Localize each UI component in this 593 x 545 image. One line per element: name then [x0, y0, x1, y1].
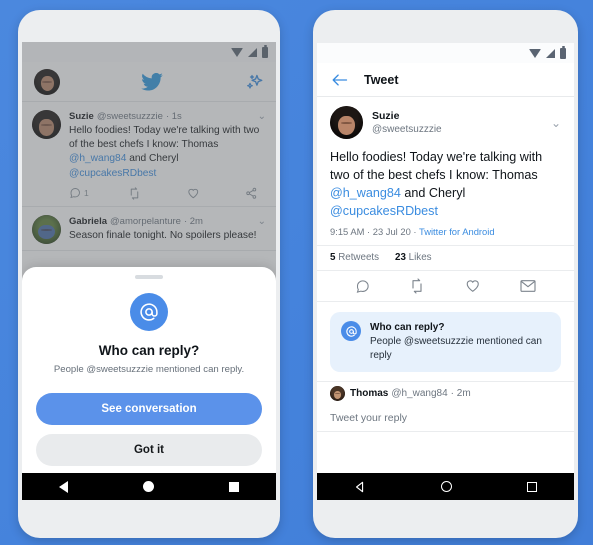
mention-link[interactable]: @cupcakesRDbest	[330, 204, 438, 218]
reply-action[interactable]: 1	[69, 187, 128, 199]
sheet-subtitle: People @sweetsuzzzie mentioned can reply…	[53, 364, 245, 375]
avatar[interactable]	[32, 214, 61, 244]
back-triangle-outline-icon[interactable]	[354, 481, 366, 493]
retweet-action[interactable]	[128, 187, 187, 200]
right-screen: Tweet Suzie @sweetsuzzzie ⌄ Hello foodie…	[317, 43, 574, 480]
chevron-down-icon[interactable]: ⌄	[547, 117, 561, 129]
left-android-navbar	[22, 473, 276, 500]
battery-icon	[560, 45, 566, 59]
tweet-action-bar: 1	[69, 187, 266, 200]
like-icon[interactable]	[465, 278, 481, 294]
phone-right: Tweet Suzie @sweetsuzzzie ⌄ Hello foodie…	[313, 10, 578, 538]
wifi-icon	[231, 47, 243, 57]
share-action[interactable]	[245, 187, 258, 200]
reply-preview-row[interactable]: Thomas @h_wang84 · 2m	[317, 381, 574, 404]
retweets-label: Retweets	[338, 252, 380, 263]
tweet-author-name: Suzie	[69, 111, 94, 122]
tweet-author-handle: @sweetsuzzzie	[96, 111, 163, 122]
avatar[interactable]	[330, 106, 363, 139]
who-can-reply-sheet: Who can reply? People @sweetsuzzzie ment…	[22, 267, 276, 480]
got-it-button[interactable]: Got it	[36, 434, 262, 466]
tweet-text: Hello foodies! Today we're talking with …	[69, 125, 260, 179]
tweet-time: 9:15 AM	[330, 226, 365, 237]
reply-author-name: Thomas	[350, 388, 389, 399]
right-status-bar	[317, 43, 574, 63]
tweet-meta: Gabriela @amorpelanture · 2m ⌄	[69, 215, 266, 228]
chevron-down-icon[interactable]: ⌄	[254, 216, 266, 227]
tweet-meta: Suzie @sweetsuzzzie · 1s ⌄	[69, 110, 266, 123]
at-mention-icon	[341, 321, 361, 341]
reply-count: 1	[84, 188, 89, 199]
info-card-title: Who can reply?	[370, 322, 445, 333]
phone-left: Suzie @sweetsuzzzie · 1s ⌄ Hello foodies…	[18, 10, 280, 538]
signal-icon	[546, 48, 555, 58]
tweet-date: 23 Jul 20	[372, 226, 411, 237]
tweet-detail-header: Tweet	[317, 63, 574, 97]
tweet-text: Hello foodies! Today we're talking with …	[330, 150, 543, 218]
recents-square-outline-icon[interactable]	[526, 481, 537, 492]
info-card-body: People @sweetsuzzzie mentioned can reply	[370, 336, 542, 361]
likes-value: 23	[395, 252, 406, 263]
left-status-bar	[22, 42, 276, 62]
retweet-icon[interactable]	[409, 278, 425, 294]
tweet-source[interactable]: Twitter for Android	[419, 226, 495, 237]
twitter-home-header	[22, 62, 276, 102]
who-can-reply-info-card: Who can reply? People @sweetsuzzzie ment…	[330, 312, 561, 372]
likes-count[interactable]: 23 Likes	[395, 252, 432, 263]
avatar[interactable]	[330, 386, 345, 401]
tweet-author-handle: @sweetsuzzzie	[372, 123, 442, 135]
reply-time: · 2m	[450, 388, 471, 399]
home-circle-outline-icon[interactable]	[440, 481, 452, 492]
tweet-action-bar	[317, 270, 574, 302]
at-mention-icon	[130, 293, 168, 331]
see-conversation-button[interactable]: See conversation	[36, 393, 262, 425]
tweet-time: · 1s	[165, 111, 182, 122]
reply-meta: Thomas @h_wang84 · 2m	[350, 388, 471, 399]
home-circle-icon[interactable]	[142, 481, 154, 492]
tweet-time: · 2m	[183, 215, 203, 227]
retweets-value: 5	[330, 252, 336, 263]
twitter-bird-icon	[141, 72, 163, 91]
dm-icon[interactable]	[520, 279, 536, 293]
like-action[interactable]	[187, 187, 246, 200]
tweet-body: Suzie @sweetsuzzzie · 1s ⌄ Hello foodies…	[61, 110, 266, 200]
retweets-count[interactable]: 5 Retweets	[330, 252, 379, 263]
timeline-tweet-suzie[interactable]: Suzie @sweetsuzzzie · 1s ⌄ Hello foodies…	[22, 102, 276, 207]
tweet-timestamp: 9:15 AM · 23 Jul 20 · Twitter for Androi…	[330, 226, 495, 237]
avatar[interactable]	[32, 110, 61, 139]
sparkle-icon[interactable]	[244, 72, 264, 92]
chevron-down-icon[interactable]: ⌄	[254, 112, 266, 122]
tweet-reply-input[interactable]: Tweet your reply	[317, 404, 574, 432]
page-title: Tweet	[364, 72, 399, 87]
author-names: Suzie @sweetsuzzzie	[363, 110, 547, 136]
tweet-author-row[interactable]: Suzie @sweetsuzzzie ⌄	[317, 97, 574, 145]
signal-icon	[248, 47, 257, 57]
back-arrow-icon[interactable]	[331, 73, 348, 87]
avatar[interactable]	[34, 68, 60, 95]
tweet-author-name: Gabriela	[69, 215, 108, 227]
left-screen: Suzie @sweetsuzzzie · 1s ⌄ Hello foodies…	[22, 42, 276, 480]
likes-label: Likes	[408, 252, 432, 263]
mention-link[interactable]: @cupcakesRDbest	[69, 168, 156, 179]
reply-author-handle: @h_wang84	[391, 388, 448, 399]
timeline-tweet-gabriela[interactable]: Gabriela @amorpelanture · 2m ⌄ Season fi…	[22, 206, 276, 251]
right-android-navbar	[317, 473, 574, 500]
app-screenshot: Suzie @sweetsuzzzie · 1s ⌄ Hello foodies…	[0, 0, 593, 545]
tweet-engagement-counts: 5 Retweets 23 Likes	[317, 245, 574, 270]
wifi-icon	[529, 48, 541, 58]
mention-link[interactable]: @h_wang84	[69, 153, 126, 164]
sheet-drag-handle[interactable]	[135, 275, 163, 279]
mention-link[interactable]: @h_wang84	[330, 186, 401, 200]
tweet-author-handle: @amorpelanture	[110, 215, 181, 227]
tweet-text: Season finale tonight. No spoilers pleas…	[69, 229, 257, 241]
battery-icon	[262, 44, 268, 58]
tweet-author-name: Suzie	[372, 109, 400, 122]
reply-icon[interactable]	[355, 279, 370, 294]
sheet-title: Who can reply?	[98, 343, 200, 358]
tweet-body: Gabriela @amorpelanture · 2m ⌄ Season fi…	[61, 215, 266, 244]
recents-square-icon[interactable]	[228, 481, 239, 492]
back-triangle-icon[interactable]	[59, 480, 69, 493]
info-card-text: Who can reply? People @sweetsuzzzie ment…	[370, 321, 550, 363]
